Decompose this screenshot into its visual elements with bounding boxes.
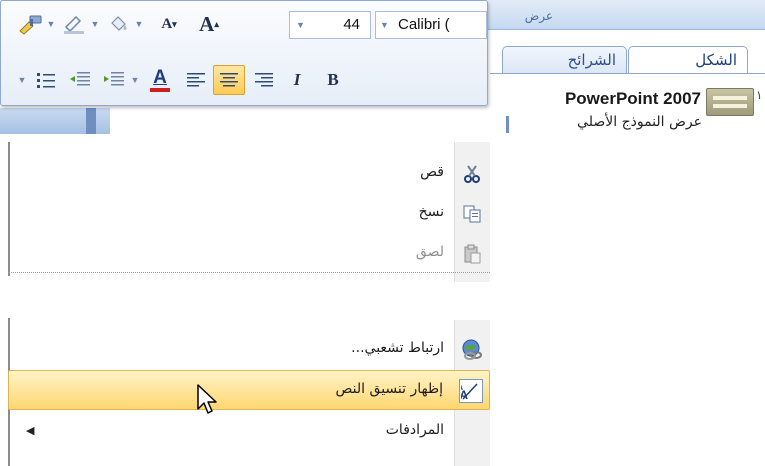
tab-slides[interactable]: الشرائح: [502, 46, 627, 74]
fill-color-icon[interactable]: [103, 9, 133, 39]
view-title-fragment: عرض: [524, 9, 553, 23]
menu-item-synonyms-label: المرادفات: [385, 422, 444, 438]
font-color-swatch: [150, 88, 170, 92]
align-right-icon[interactable]: [249, 65, 279, 95]
bullets-dropdown-icon[interactable]: ▼: [15, 65, 29, 95]
font-color-label: A: [153, 67, 167, 88]
font-name-value: Calibri (: [398, 16, 450, 33]
align-left-icon[interactable]: [181, 65, 211, 95]
grow-font-button[interactable]: A ▴: [189, 9, 229, 39]
horizontal-scrollbar[interactable]: [0, 108, 110, 134]
indent-dropdown-icon[interactable]: ▼: [129, 65, 141, 95]
outline-slide-subtitle[interactable]: عرض النموذج الأصلي: [500, 114, 702, 130]
format-painter-icon[interactable]: [15, 9, 45, 39]
mouse-cursor-icon: [196, 383, 222, 419]
bullets-icon[interactable]: [31, 65, 61, 95]
menu-item-paste-label: لصق: [415, 244, 444, 260]
menu-item-cut-label: قص: [420, 164, 444, 180]
shrink-font-label: A: [161, 15, 173, 32]
shrink-font-button[interactable]: A ▾: [151, 9, 187, 39]
submenu-arrow-icon: ◀: [26, 424, 35, 437]
font-size-dropdown-icon[interactable]: ▼: [296, 12, 305, 38]
font-size-value: 44: [343, 16, 360, 33]
bold-label: B: [327, 70, 339, 89]
menu-item-copy[interactable]: نسخ: [8, 194, 490, 234]
font-color-button[interactable]: A: [143, 65, 177, 95]
context-menu: قص نسخ لصق ارتباط تشعبي... A إظهار تنسيق…: [8, 142, 490, 466]
mini-toolbar: ▼ ▼ ▼ A ▾ A ▴ ▼ 44 ▼ Calibri (▼ ▼ A I B: [0, 0, 488, 106]
italic-label: I: [293, 70, 301, 89]
slide-icon[interactable]: [706, 88, 754, 116]
menu-item-hyperlink[interactable]: ارتباط تشعبي...: [8, 330, 490, 370]
copy-icon: [460, 202, 484, 226]
tab-outline-label: الشكل: [695, 51, 737, 69]
tab-underline: [490, 73, 765, 74]
italic-button[interactable]: I: [283, 65, 311, 95]
tab-slides-label: الشرائح: [567, 51, 616, 69]
grow-font-label: A: [199, 11, 215, 36]
menu-item-show-text-formatting[interactable]: A A إظهار تنسيق النص: [8, 370, 490, 410]
text-formatting-icon: A A: [459, 379, 483, 403]
menu-item-show-text-formatting-label: إظهار تنسيق النص: [335, 381, 443, 397]
line-color-icon[interactable]: [59, 9, 89, 39]
outline-slide-title[interactable]: PowerPoint 2007: [525, 89, 701, 109]
font-name-field[interactable]: ▼ Calibri (: [375, 11, 487, 39]
bold-button[interactable]: B: [319, 65, 347, 95]
text-caret: [506, 116, 509, 133]
paste-icon: [460, 242, 484, 266]
menu-item-copy-label: نسخ: [418, 204, 444, 220]
font-name-dropdown-icon[interactable]: ▼: [380, 12, 389, 38]
tab-outline[interactable]: الشكل: [628, 46, 748, 74]
align-center-icon[interactable]: [213, 65, 245, 95]
font-size-field[interactable]: ▼ 44: [289, 11, 371, 39]
fill-color-dropdown-icon[interactable]: ▼: [133, 9, 145, 39]
menu-item-cut[interactable]: قص: [8, 154, 490, 194]
menu-item-synonyms[interactable]: المرادفات ◀: [8, 412, 490, 452]
decrease-indent-icon[interactable]: [65, 65, 95, 95]
increase-indent-icon[interactable]: [99, 65, 129, 95]
menu-item-paste[interactable]: لصق: [8, 234, 490, 274]
hyperlink-globe-icon: [460, 338, 484, 362]
line-color-dropdown-icon[interactable]: ▼: [89, 9, 101, 39]
format-painter-dropdown-icon[interactable]: ▼: [45, 9, 57, 39]
menu-separator: [8, 272, 490, 273]
slide-number: ١: [756, 88, 763, 102]
scissors-icon: [460, 162, 484, 186]
menu-item-hyperlink-label: ارتباط تشعبي...: [351, 340, 444, 356]
